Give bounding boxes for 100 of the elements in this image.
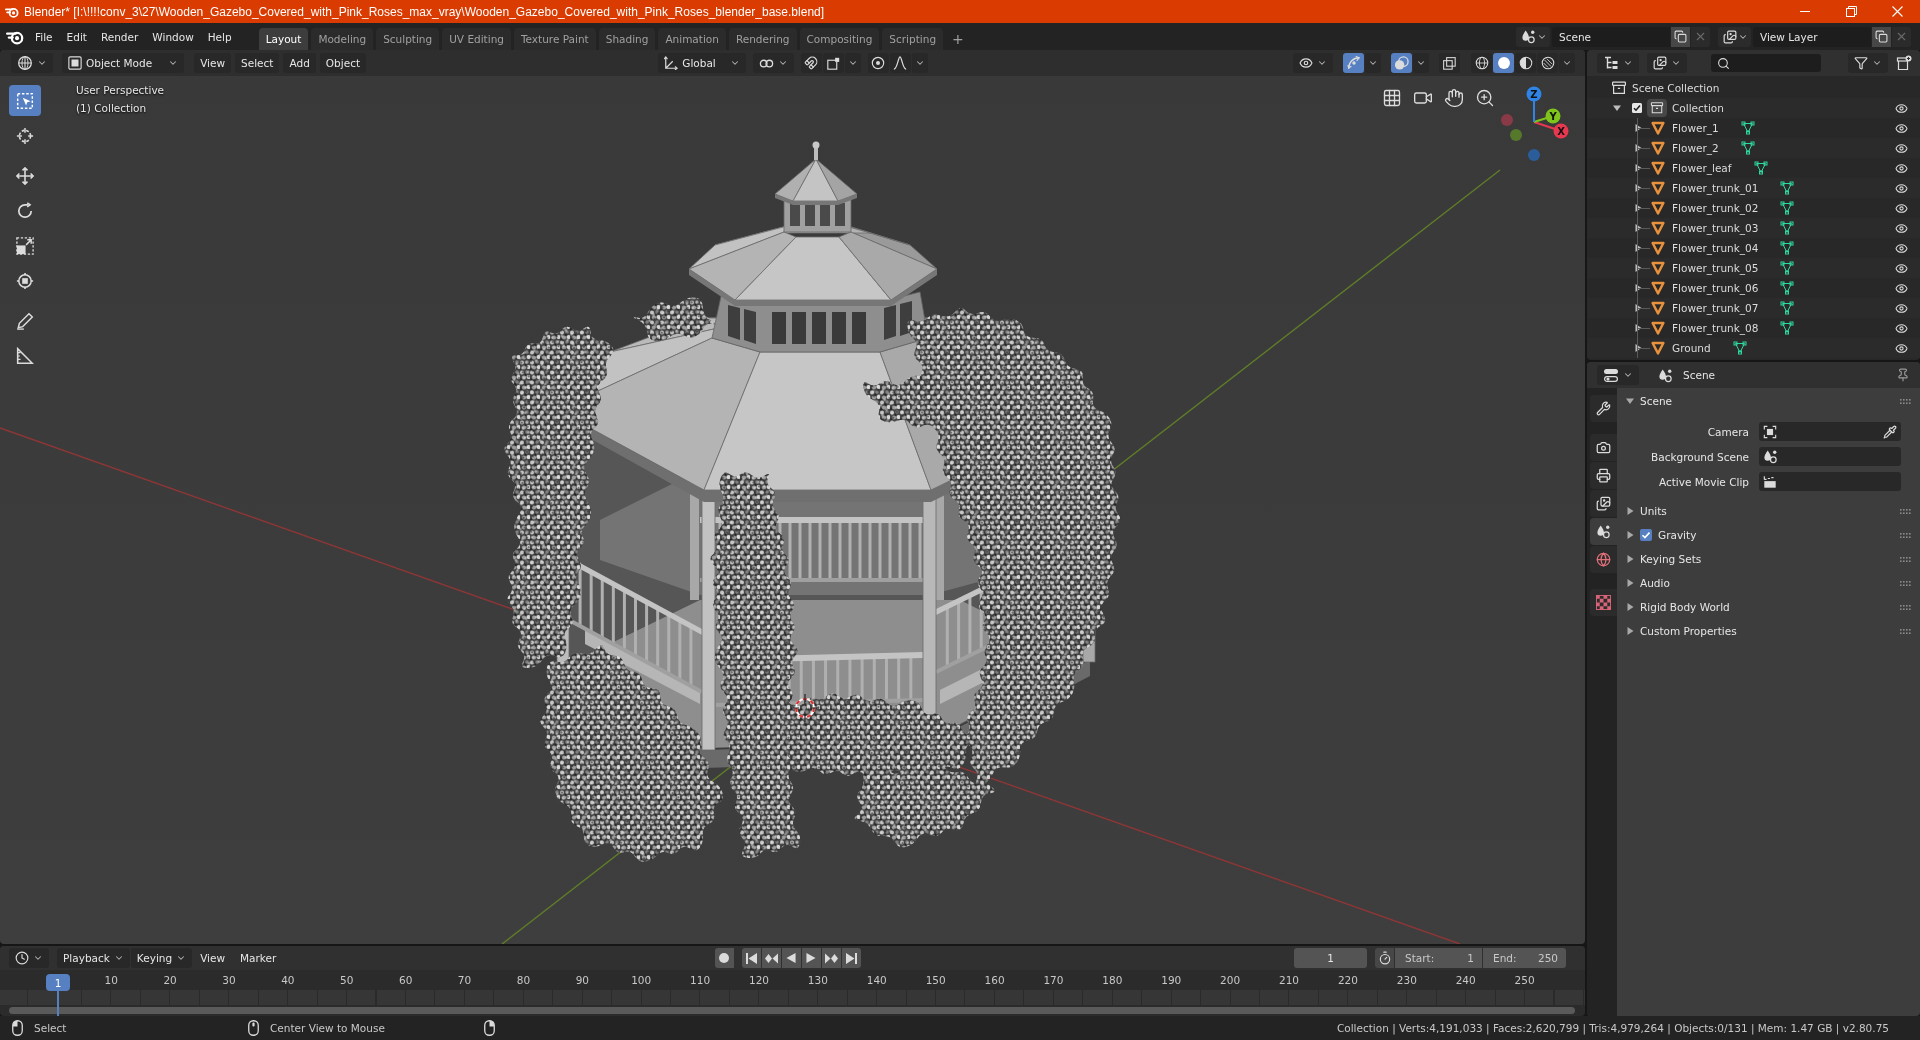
eye-icon[interactable] (1895, 121, 1908, 135)
eye-icon[interactable] (1895, 141, 1908, 155)
workspace-tab[interactable]: Animation (658, 28, 726, 50)
display-mode-dropdown[interactable] (1647, 53, 1687, 73)
filter-dropdown[interactable] (1848, 53, 1888, 73)
eyedropper-icon[interactable] (1883, 424, 1897, 439)
mode-dropdown[interactable]: Object Mode (62, 53, 185, 73)
end-frame-field[interactable]: End: 250 (1483, 948, 1566, 968)
object-field[interactable] (1759, 472, 1901, 491)
workspace-tab[interactable]: Shading (598, 28, 656, 50)
workspace-tab[interactable]: Scripting (882, 28, 944, 50)
playhead-label[interactable]: 1 (46, 974, 70, 991)
shading-mode-button[interactable] (1471, 53, 1492, 73)
orientation-dropdown[interactable]: Global (658, 53, 746, 73)
checkbox[interactable] (1640, 529, 1652, 541)
editor-type-button[interactable] (1597, 365, 1639, 385)
shading-mode-button[interactable] (1537, 53, 1558, 73)
properties-tab[interactable] (1590, 462, 1617, 489)
grid-icon[interactable] (1382, 88, 1402, 108)
expand-arrow-icon[interactable] (1626, 397, 1634, 405)
panel-header[interactable]: Gravity (1617, 523, 1920, 547)
jump-end-button[interactable] (841, 948, 861, 968)
workspace-tab[interactable]: Rendering (728, 28, 797, 50)
new-scene-button[interactable] (1671, 26, 1690, 47)
eye-icon[interactable] (1895, 221, 1908, 235)
menu-item[interactable]: Render (93, 26, 146, 47)
properties-tab[interactable] (1590, 434, 1617, 461)
xray-toggle[interactable] (1439, 53, 1460, 73)
expand-arrow-icon[interactable] (1634, 264, 1642, 272)
object-field[interactable] (1759, 447, 1901, 466)
eye-icon[interactable] (1895, 321, 1908, 335)
checkbox[interactable] (1632, 103, 1642, 113)
shading-mode-button[interactable] (1493, 53, 1514, 73)
editor-type-button[interactable] (11, 53, 53, 73)
overlays-toggle[interactable] (1391, 53, 1412, 73)
scene-name-field[interactable]: Scene (1552, 26, 1670, 47)
workspace-tab[interactable]: Layout (258, 28, 309, 50)
eye-icon[interactable] (1895, 101, 1908, 115)
properties-tab[interactable] (1590, 490, 1617, 517)
panel-header[interactable]: Keying Sets (1617, 547, 1920, 571)
eye-icon[interactable] (1895, 301, 1908, 315)
expand-arrow-icon[interactable] (1626, 627, 1634, 635)
expand-arrow-icon[interactable] (1634, 124, 1642, 132)
object-field[interactable] (1759, 422, 1901, 441)
menu-item[interactable]: Help (200, 26, 239, 47)
expand-arrow-icon[interactable] (1626, 579, 1634, 587)
tool-button[interactable] (9, 85, 41, 116)
play-button[interactable] (801, 948, 821, 968)
view-layer-name-field[interactable]: View Layer (1753, 26, 1871, 47)
menu-item[interactable]: File (28, 26, 60, 47)
gizmo-toggle[interactable] (1343, 53, 1364, 73)
eye-icon[interactable] (1895, 181, 1908, 195)
expand-arrow-icon[interactable] (1634, 244, 1642, 252)
properties-tab[interactable] (1590, 518, 1617, 545)
properties-tab[interactable] (1590, 546, 1617, 573)
pin-icon[interactable] (1896, 368, 1910, 382)
snap-toggle[interactable] (800, 53, 822, 73)
menu-item[interactable]: View (193, 948, 233, 968)
panel-header[interactable]: Scene (1617, 391, 1920, 411)
expand-arrow-icon[interactable] (1634, 344, 1642, 352)
editor-type-button[interactable] (1597, 53, 1639, 73)
menu-item[interactable]: Window (145, 26, 201, 47)
proportional-editing-toggle[interactable] (867, 53, 889, 73)
menu-item[interactable]: Select (235, 53, 280, 73)
start-frame-field[interactable]: Start: 1 (1395, 948, 1482, 968)
panel-header[interactable]: Rigid Body World (1617, 595, 1920, 619)
new-collection-icon[interactable] (1896, 55, 1912, 71)
scene-selector-button[interactable] (1516, 26, 1550, 47)
falloff-button[interactable] (889, 53, 911, 73)
hand-icon[interactable] (1444, 88, 1464, 108)
eye-icon[interactable] (1895, 341, 1908, 355)
snap-target-button[interactable] (822, 53, 844, 73)
preview-range-button[interactable] (1375, 948, 1394, 968)
panel-header[interactable]: Audio (1617, 571, 1920, 595)
shading-mode-button[interactable] (1515, 53, 1536, 73)
workspace-tab[interactable]: Compositing (799, 28, 880, 50)
menu-item[interactable]: Marker (233, 948, 284, 968)
expand-arrow-icon[interactable] (1634, 324, 1642, 332)
next-keyframe-button[interactable] (821, 948, 841, 968)
new-view-layer-button[interactable] (1872, 26, 1891, 47)
menu-item[interactable]: Edit (59, 26, 94, 47)
menu-dropdown[interactable]: Playback (57, 948, 130, 968)
current-frame-field[interactable]: 1 (1294, 948, 1367, 968)
record-button[interactable] (714, 948, 734, 968)
expand-arrow-icon[interactable] (1634, 164, 1642, 172)
panel-header[interactable]: Units (1617, 499, 1920, 523)
eye-icon[interactable] (1895, 281, 1908, 295)
expand-arrow-icon[interactable] (1626, 555, 1634, 563)
expand-arrow-icon[interactable] (1626, 531, 1634, 539)
jump-start-button[interactable] (741, 948, 761, 968)
eye-icon[interactable] (1895, 201, 1908, 215)
view-layer-selector-button[interactable] (1718, 26, 1751, 47)
workspace-tab[interactable]: Texture Paint (513, 28, 596, 50)
menu-item[interactable]: View (194, 53, 232, 73)
z-axis-button[interactable]: Z (1526, 86, 1542, 123)
workspace-tab[interactable]: Sculpting (376, 28, 440, 50)
zoom-icon[interactable] (1475, 88, 1495, 108)
search-field[interactable] (1711, 54, 1821, 72)
panel-header[interactable]: Custom Properties (1617, 619, 1920, 643)
workspace-tab[interactable]: UV Editing (442, 28, 511, 50)
